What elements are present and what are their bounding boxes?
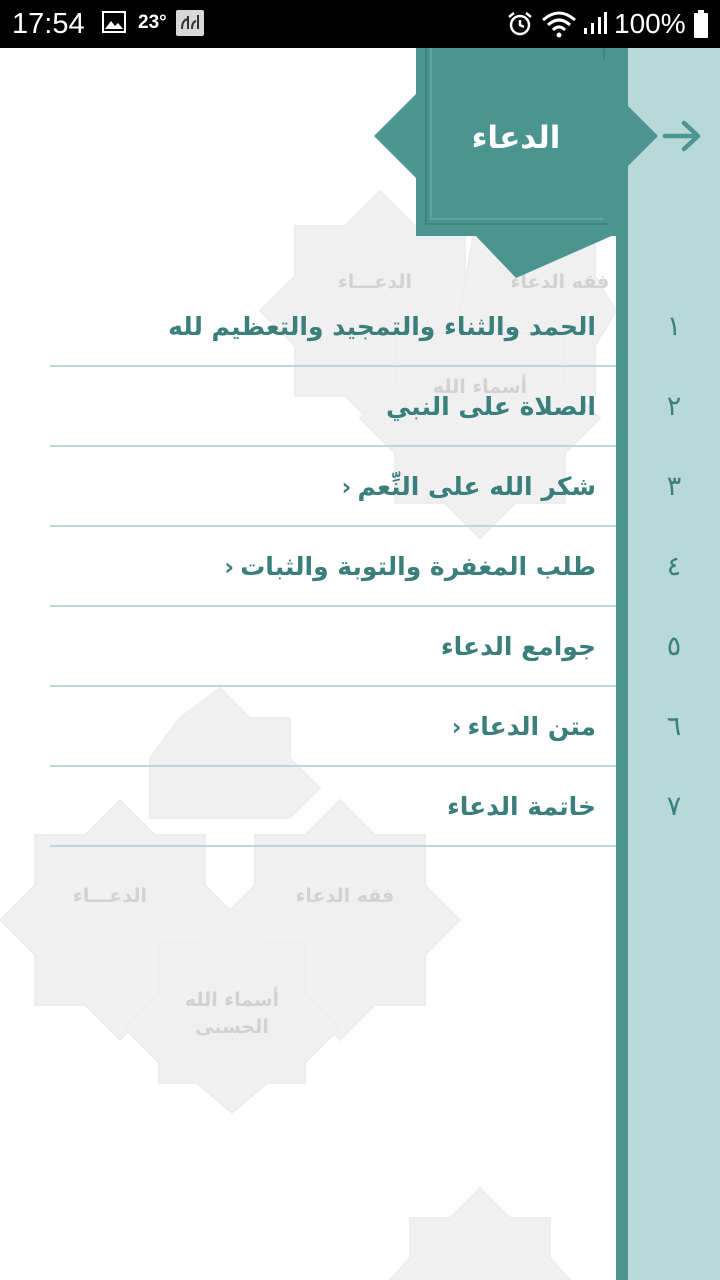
alarm-icon — [508, 12, 532, 36]
item-number: ٥ — [666, 631, 682, 662]
temperature: 23° — [138, 12, 167, 33]
image-icon — [102, 11, 126, 33]
battery-icon — [694, 10, 708, 38]
list-item[interactable]: طلب المغفرة والتوبة والثبات‹ ٤ — [0, 527, 720, 607]
list-item[interactable]: الصلاة على النبي ٢ — [0, 367, 720, 447]
list-item[interactable]: شكر الله على النِّعم‹ ٣ — [0, 447, 720, 527]
wifi-icon — [542, 11, 576, 38]
item-label: متن الدعاء‹ — [452, 687, 596, 767]
status-time: 17:54 — [12, 8, 85, 40]
watermark-label: الحسنى — [195, 1016, 269, 1038]
battery-percentage: 100% — [614, 8, 686, 39]
signal-icon — [584, 12, 607, 34]
watermark-label: الدعـــاء — [73, 885, 147, 907]
list-item[interactable]: متن الدعاء‹ ٦ — [0, 687, 720, 767]
dua-menu-list: الحمد والثناء والتمجيد والتعظيم لله ١ ال… — [0, 287, 720, 847]
list-item[interactable]: خاتمة الدعاء ٧ — [0, 767, 720, 847]
item-number: ٧ — [666, 791, 682, 822]
list-item[interactable]: جوامع الدعاء ٥ — [0, 607, 720, 687]
list-item[interactable]: الحمد والثناء والتمجيد والتعظيم لله ١ — [0, 287, 720, 367]
watermark-label: أسماء الله — [185, 987, 279, 1011]
page-title: الدعاء — [471, 120, 561, 156]
item-number: ٢ — [666, 391, 682, 422]
item-label: طلب المغفرة والتوبة والثبات‹ — [224, 527, 596, 607]
app-badge-icon — [176, 10, 204, 36]
status-bar: 17:54 23° 100% — [0, 0, 720, 48]
item-number: ٦ — [666, 711, 682, 742]
item-label: خاتمة الدعاء — [446, 792, 596, 821]
item-number: ٣ — [666, 471, 682, 502]
divider — [50, 845, 616, 847]
chevron-left-icon: ‹ — [224, 553, 235, 581]
chevron-left-icon: ‹ — [341, 473, 352, 501]
item-number: ٤ — [666, 551, 682, 582]
item-label: شكر الله على النِّعم‹ — [342, 447, 596, 527]
back-arrow-icon[interactable] — [662, 118, 702, 154]
item-label: جوامع الدعاء — [440, 632, 596, 661]
item-number: ١ — [666, 311, 682, 342]
chevron-left-icon: ‹ — [451, 713, 462, 741]
item-label: الصلاة على النبي — [386, 392, 596, 421]
item-label: الحمد والثناء والتمجيد والتعظيم لله — [168, 312, 596, 341]
watermark-label: فقه الدعاء — [296, 885, 395, 907]
